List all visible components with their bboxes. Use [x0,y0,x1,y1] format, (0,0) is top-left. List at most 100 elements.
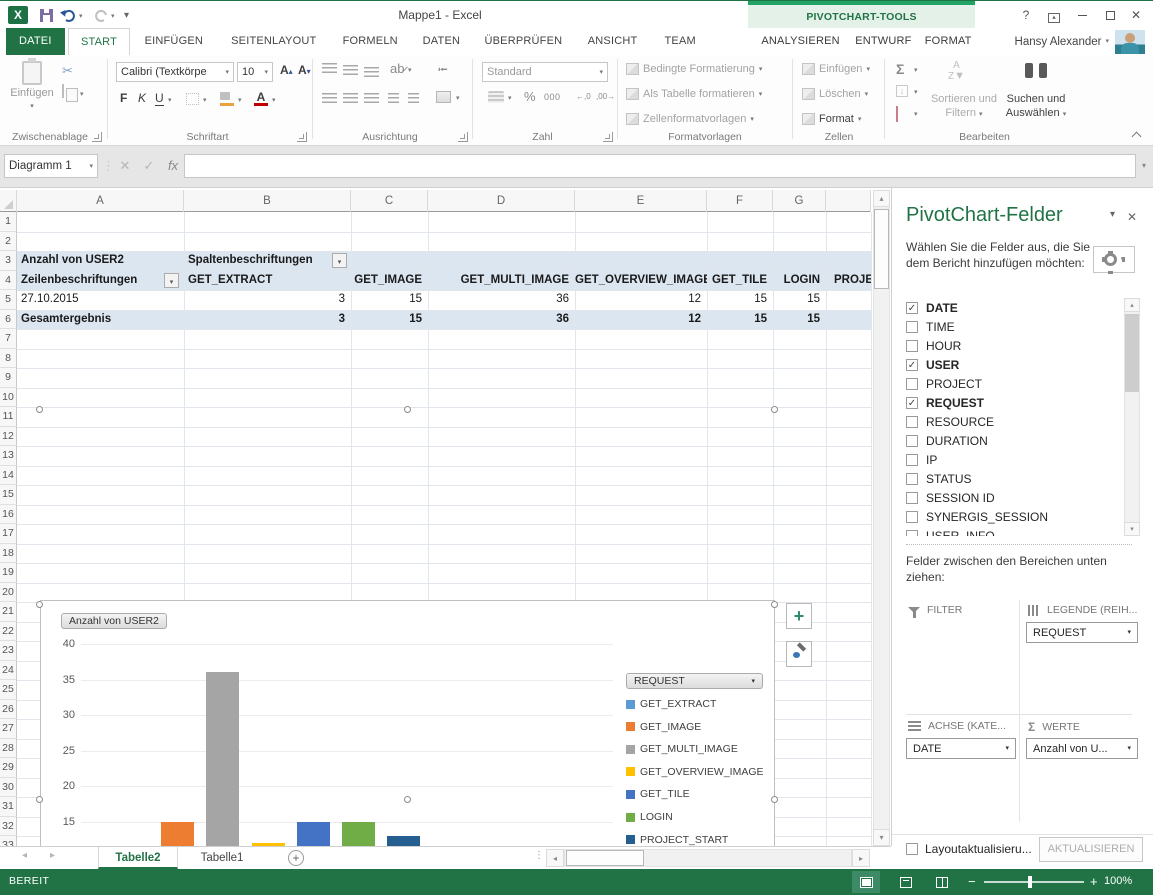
row-header-2[interactable]: 2 [0,232,17,252]
column-header-G[interactable]: G [773,190,826,212]
shrink-font-button[interactable]: A▾ [298,63,311,77]
cells-button-2[interactable]: Format▾ [802,113,861,125]
pivot-value-cell[interactable]: 15 [773,310,826,330]
pivot-value-cell[interactable]: 3 [184,290,351,310]
tab-datei[interactable]: DATEI [6,28,65,55]
accounting-format-icon[interactable] [488,91,504,103]
row-header-25[interactable]: 25 [0,680,17,700]
pivot-header-cell[interactable]: GET_MULTI_IMAGE [428,271,575,291]
field-checkbox[interactable] [906,435,918,447]
chart-selection-handle[interactable] [36,601,43,608]
fill-icon[interactable]: ↓ [896,85,908,97]
row-header-14[interactable]: 14 [0,466,17,486]
orientation-dropdown-icon[interactable]: ▾ [408,67,412,74]
tab-seitenlayout[interactable]: SEITENLAYOUT [218,28,330,55]
row-header-17[interactable]: 17 [0,524,17,544]
accounting-dropdown-icon[interactable]: ▾ [508,95,512,102]
column-header-A[interactable]: A [17,190,184,212]
pivot-chart[interactable]: Anzahl von USER2 0510152025303540 27.10.… [40,600,775,846]
pivot-value-cell[interactable]: 15 [707,290,773,310]
pivot-value-cell[interactable]: 36 [428,290,575,310]
field-item-ip[interactable]: IP [906,450,1118,469]
field-item-user-info[interactable]: USER_INFO [906,526,1118,536]
chart-selection-handle[interactable] [36,796,43,803]
sheet-nav-right-icon[interactable]: ▸ [50,850,55,861]
field-checkbox[interactable] [906,530,918,537]
sheet-vscroll-down-icon[interactable]: ▾ [873,829,890,846]
row-header-4[interactable]: 4 [0,271,17,291]
column-header-E[interactable]: E [575,190,707,212]
chart-selection-handle[interactable] [771,406,778,413]
paste-button[interactable]: Einfügen▾ [10,61,54,111]
sheet-nav-left-icon[interactable]: ◂ [22,850,27,861]
bold-button[interactable]: F [120,91,127,105]
tab-formeln[interactable]: FORMELN [332,28,408,55]
field-item-user[interactable]: ✓USER [906,355,1118,374]
alignment-dialog-launcher-icon[interactable] [458,132,468,142]
pivot-row-label[interactable]: Gesamtergebnis [17,310,184,330]
fields-scroll-down-icon[interactable]: ▾ [1124,522,1140,536]
row-header-19[interactable]: 19 [0,563,17,583]
chart-selection-handle[interactable] [771,601,778,608]
insert-function-icon[interactable]: fx [162,154,184,178]
font-color-dropdown-icon[interactable]: ▾ [272,97,276,104]
row-header-1[interactable]: 1 [0,212,17,232]
account-area[interactable]: Hansy Alexander ▾ [1015,28,1145,55]
row-header-3[interactable]: 3 [0,251,17,271]
field-list[interactable]: ✓DATETIMEHOUR✓USERPROJECT✓REQUESTRESOURC… [906,298,1118,536]
worksheet[interactable]: ABCDEFG 12345678910111213141516171819202… [0,190,891,846]
field-checkbox[interactable]: ✓ [906,359,918,371]
defer-layout-checkbox[interactable] [906,843,918,855]
pivot-value-cell[interactable]: 12 [575,290,707,310]
align-top-icon[interactable] [322,63,337,73]
borders-dropdown-icon[interactable]: ▾ [203,97,207,104]
column-header-B[interactable]: B [184,190,351,212]
field-checkbox[interactable] [906,340,918,352]
underline-dropdown-icon[interactable]: ▾ [168,97,172,104]
orientation-icon[interactable]: ab̷ [390,61,404,76]
tab-analysieren[interactable]: ANALYSIEREN [752,28,849,55]
chart-styles-button[interactable] [786,641,812,667]
italic-button[interactable]: K [138,91,146,105]
chart-selection-handle[interactable] [404,406,411,413]
pivot-value-cell[interactable]: 12 [575,310,707,330]
page-break-view-button[interactable] [928,871,956,893]
field-checkbox[interactable] [906,492,918,504]
field-checkbox[interactable] [906,416,918,428]
maximize-icon[interactable] [1099,7,1121,25]
hscroll-resize-icon[interactable]: ⋮ [534,850,544,861]
column-header-C[interactable]: C [351,190,428,212]
select-all-corner[interactable] [0,190,17,212]
row-header-22[interactable]: 22 [0,622,17,642]
field-item-duration[interactable]: DURATION [906,431,1118,450]
row-header-20[interactable]: 20 [0,583,17,603]
pivot-col-label-cell[interactable]: Spaltenbeschriftungen [184,251,329,271]
row-header-16[interactable]: 16 [0,505,17,525]
row-header-24[interactable]: 24 [0,661,17,681]
pivot-value-cell[interactable]: 15 [351,290,428,310]
tab-ansicht[interactable]: ANSICHT [574,28,650,55]
copy-dropdown-icon[interactable]: ▾ [80,91,84,98]
column-headers[interactable]: ABCDEFG [0,190,871,212]
align-bottom-icon[interactable] [364,67,379,77]
normal-view-button[interactable] [852,871,880,893]
field-item-session-id[interactable]: SESSION ID [906,488,1118,507]
fields-scroll-up-icon[interactable]: ▴ [1124,298,1140,312]
pivot-header-cell[interactable]: PROJEC [830,271,871,291]
undo-icon[interactable] [60,8,78,22]
chart-selection-handle[interactable] [36,406,43,413]
chart-bar-get_tile[interactable] [297,822,330,847]
align-center-icon[interactable] [343,93,358,103]
cells-button-1[interactable]: Löschen▾ [802,88,868,100]
chart-bar-get_overview_image[interactable] [252,843,285,846]
pivot-value-cell[interactable]: 36 [428,310,575,330]
fill-dropdown-icon[interactable]: ▾ [914,89,918,96]
new-sheet-button[interactable]: + [288,850,304,866]
field-item-resource[interactable]: RESOURCE [906,412,1118,431]
field-item-date[interactable]: ✓DATE [906,298,1118,317]
tab-format[interactable]: FORMAT [918,28,979,55]
pane-close-icon[interactable]: ✕ [1127,210,1137,224]
clear-icon[interactable] [896,107,898,121]
row-labels-filter-button[interactable]: ▾ [164,273,179,288]
page-layout-view-button[interactable] [892,871,920,893]
